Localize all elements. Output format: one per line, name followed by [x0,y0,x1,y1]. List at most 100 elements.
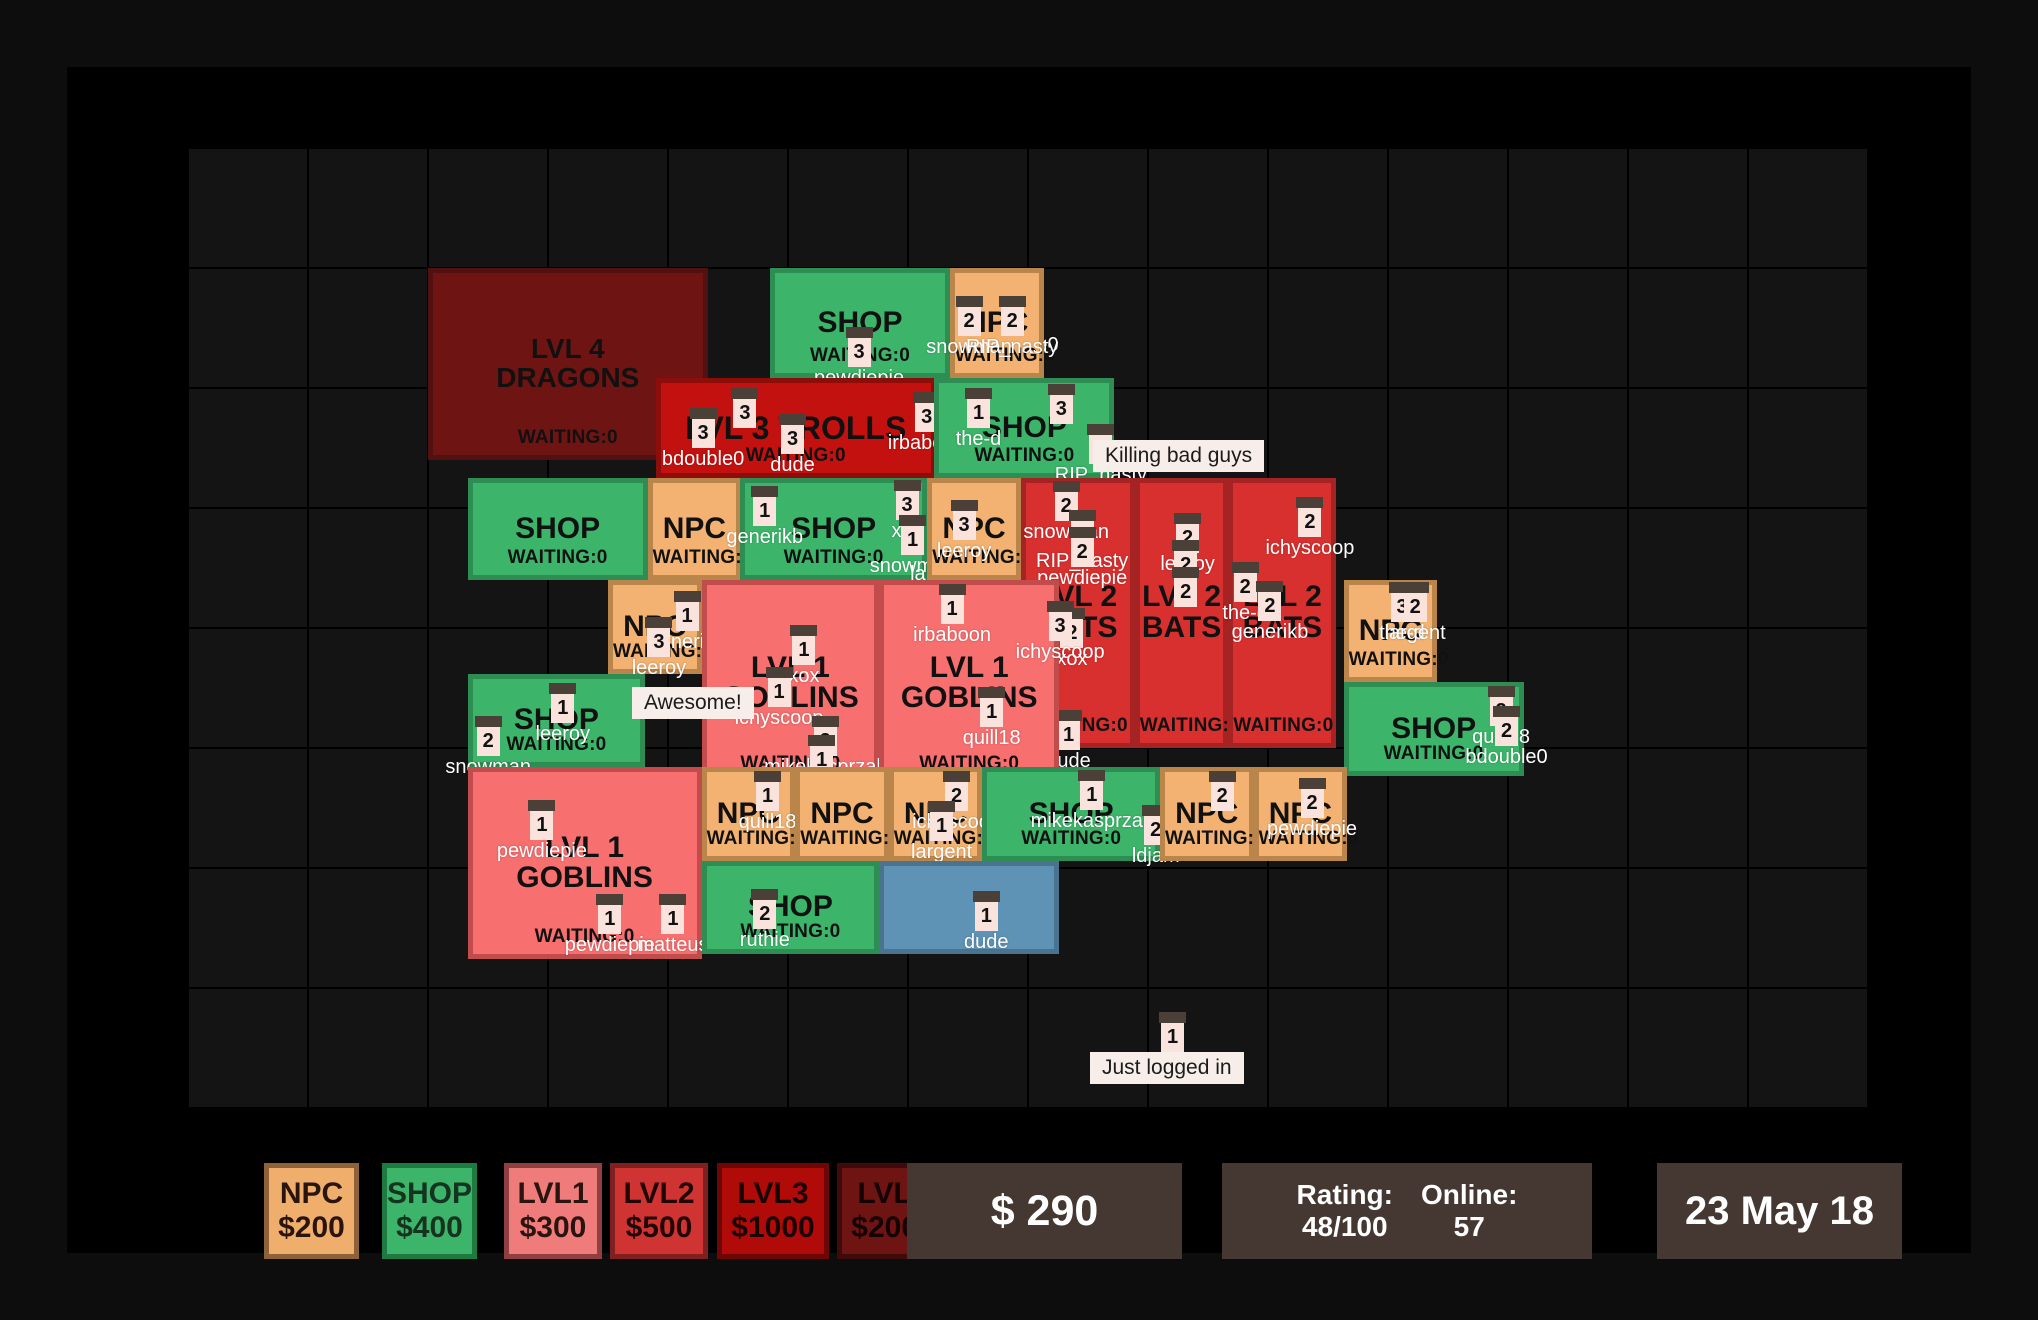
grid-cell[interactable] [908,988,1028,1108]
grid-cell[interactable] [1628,988,1748,1108]
player-avatar[interactable]: 2snowman [926,295,1012,358]
grid-cell[interactable] [188,508,308,628]
grid-cell[interactable] [1388,268,1508,388]
grid-cell[interactable] [1388,868,1508,988]
player-avatar[interactable]: 3pewdiepie [814,326,904,389]
player-avatar[interactable]: 1generikb [1134,1012,1211,1074]
grid-cell[interactable] [1508,268,1628,388]
grid-cell[interactable] [788,148,908,268]
grid-cell[interactable] [1628,748,1748,868]
player-avatar[interactable]: 1 leeroy [536,682,590,745]
grid-cell[interactable] [188,628,308,748]
grid-cell[interactable] [308,148,428,268]
grid-cell[interactable] [1628,148,1748,268]
grid-cell[interactable] [1508,868,1628,988]
grid-cell[interactable] [308,508,428,628]
grid-cell[interactable] [1028,148,1148,268]
build-lvl2-button[interactable]: LVL2 $500 [610,1163,708,1259]
grid-cell[interactable] [1628,628,1748,748]
grid-cell[interactable] [1748,868,1868,988]
player-avatar[interactable]: 1 pewdiepie [497,799,587,862]
grid-cell[interactable] [1268,988,1388,1108]
player-avatar[interactable]: 2snowman [445,715,531,778]
grid-cell[interactable] [1628,268,1748,388]
grid-cell[interactable] [548,988,668,1108]
player-avatar[interactable]: 1 quill18 [739,770,796,833]
player-avatar[interactable]: 2 the-d [1222,561,1268,624]
room-shop-bottom-left[interactable]: SHOP WAITING:0 [701,860,880,955]
grid-cell[interactable] [1028,988,1148,1108]
grid-cell[interactable] [1148,148,1268,268]
grid-cell[interactable] [1388,388,1508,508]
grid-cell[interactable] [1508,988,1628,1108]
grid-cell[interactable] [1748,388,1868,508]
grid-cell[interactable] [308,628,428,748]
grid-cell[interactable] [1388,988,1508,1108]
player-avatar[interactable]: 1 dude [964,890,1009,953]
grid-cell[interactable] [1268,148,1388,268]
grid-cell[interactable] [1028,268,1148,388]
build-lvl3-button[interactable]: LVL3 $1000 [717,1163,829,1259]
player-avatar[interactable]: 1 the-d [956,388,1001,450]
player-avatar[interactable]: 1 ichyscoop [735,666,824,729]
grid-cell[interactable] [308,268,428,388]
player-avatar[interactable]: 1generikb [649,591,725,653]
build-shop-button[interactable]: SHOP $400 [382,1163,477,1259]
grid-cell[interactable] [188,748,308,868]
player-avatar[interactable]: 2 ichyscoop [1265,496,1354,559]
grid-cell[interactable] [1748,628,1868,748]
player-avatar[interactable]: 1 mikekasprzak [1031,770,1153,832]
player-avatar[interactable]: 2 bdouble0 [1465,706,1548,768]
grid-cell[interactable] [188,388,308,508]
grid-cell[interactable] [188,268,308,388]
player-avatar[interactable]: 2 [1172,567,1200,608]
grid-cell[interactable] [1748,748,1868,868]
player-avatar[interactable]: 1 snowman [870,514,955,577]
player-avatar[interactable]: 1 quill18 [963,687,1021,749]
player-avatar[interactable]: 1 irbaboon [913,584,991,646]
player-avatar[interactable]: 3bdouble0 [662,408,744,470]
grid-cell[interactable] [1268,268,1388,388]
grid-cell[interactable] [308,388,428,508]
grid-cell[interactable] [908,148,1028,268]
player-avatar[interactable]: 3 dude [770,414,815,476]
grid-cell[interactable] [1628,388,1748,508]
player-avatar[interactable]: 3 leeroy [937,500,991,562]
player-avatar[interactable]: 2RIP_nasty [966,295,1058,358]
player-avatar[interactable]: 2 pewdiepie [1267,778,1357,840]
grid-cell[interactable] [308,748,428,868]
grid-cell[interactable] [668,988,788,1108]
player-avatar[interactable]: 1generikb [726,486,803,548]
grid-cell[interactable] [1748,148,1868,268]
player-avatar[interactable]: 3 [1047,384,1075,425]
grid-cell[interactable] [548,148,668,268]
player-avatar[interactable]: 3 leeroy [632,617,686,679]
grid-cell[interactable] [428,988,548,1108]
grid-cell[interactable] [1388,148,1508,268]
grid-cell[interactable] [1508,508,1628,628]
player-avatar[interactable]: 3 ichyscoop [1016,600,1105,663]
grid-cell[interactable] [1628,868,1748,988]
build-npc-button[interactable]: NPC $200 [264,1163,359,1259]
grid-cell[interactable] [788,988,908,1108]
grid-cell[interactable] [188,868,308,988]
player-avatar[interactable]: 1 pewdiepie [565,893,655,956]
grid-cell[interactable] [1148,868,1268,988]
grid-cell[interactable] [1748,988,1868,1108]
grid-cell[interactable] [1268,868,1388,988]
grid-cell[interactable] [1508,388,1628,508]
room-shop-mid-left[interactable]: SHOP WAITING:0 [467,478,648,580]
player-avatar[interactable]: 2 pewdiepie [1037,526,1127,589]
grid-cell[interactable] [1748,268,1868,388]
player-avatar[interactable]: 2 [1208,770,1236,811]
grid-cell[interactable] [188,148,308,268]
player-avatar[interactable]: 1largent [911,800,972,863]
player-avatar[interactable]: 1 matteus [637,893,709,956]
player-avatar[interactable]: 2 generikb [1232,580,1308,643]
room-npc-bottom-4[interactable]: NPC WAITING:0 [1160,767,1265,861]
grid-cell[interactable] [308,988,428,1108]
grid-cell[interactable] [668,148,788,268]
grid-cell[interactable] [308,868,428,988]
player-avatar[interactable]: 3 [731,388,759,429]
player-avatar[interactable]: 2 ruthie [740,888,790,951]
